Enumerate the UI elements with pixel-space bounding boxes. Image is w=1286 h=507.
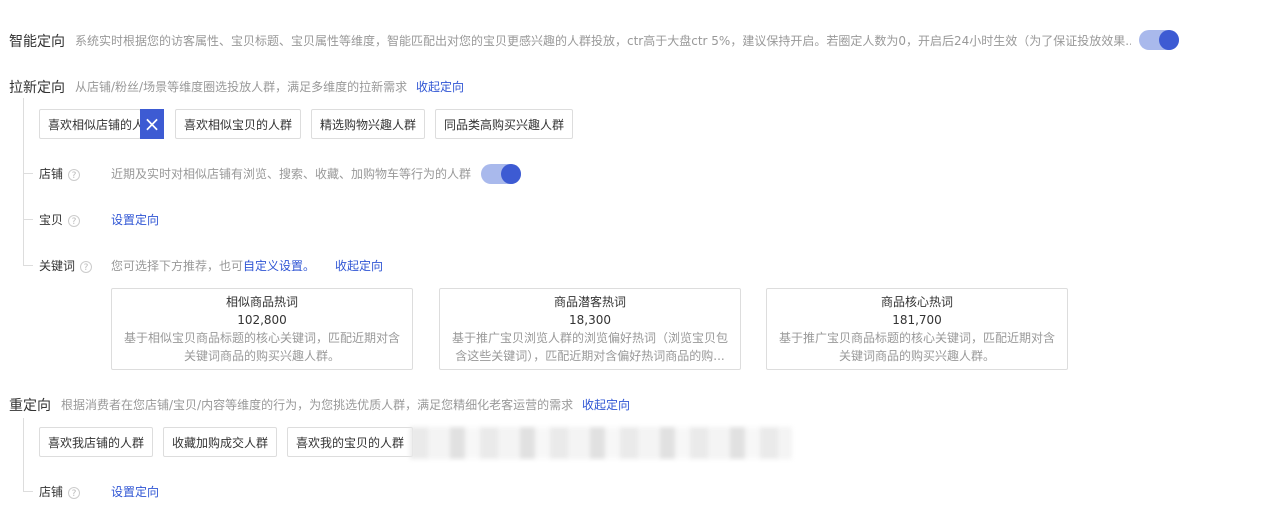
tree-branch [24,491,33,492]
re-shop-set-targeting-link[interactable]: 设置定向 [111,483,159,500]
tree-line [23,98,24,266]
smart-targeting-desc: 系统实时根据您的访客属性、宝贝标题、宝贝属性等维度，智能匹配出对您的宝贝更感兴趣… [75,34,1131,48]
chip-like-my-shop-crowd[interactable]: 喜欢我店铺的人群 [39,427,154,457]
keyword-card[interactable]: 商品潜客热词 18,300 基于推广宝贝浏览人群的浏览偏好热词（浏览宝贝包含这些… [439,288,741,370]
card-title: 相似商品热词 [225,295,298,309]
toggle-knob [501,164,521,184]
tree-branch [24,173,33,174]
question-circle-icon[interactable]: ? [68,214,81,227]
retargeting-collapse-link[interactable]: 收起定向 [582,396,630,413]
card-count: 181,700 [892,313,942,327]
smart-targeting-toggle[interactable] [1139,30,1179,50]
baby-row-label: 宝贝? [39,211,81,228]
keyword-custom-link[interactable]: 自定义设置。 [243,259,315,273]
acquisition-targeting-desc: 从店铺/粉丝/场景等维度圈选投放人群，满足多维度的拉新需求 [75,80,408,94]
keyword-desc-text: 您可选择下方推荐，也可 [111,259,244,273]
keyword-card[interactable]: 商品核心热词 181,700 基于推广宝贝商品标题的核心关键词，匹配近期对含关键… [766,288,1068,370]
chip-fav-cart-purchase-crowd[interactable]: 收藏加购成交人群 [163,427,278,457]
acquisition-targeting-title: 拉新定向 [9,80,65,96]
retargeting-desc: 根据消费者在您店铺/宝贝/内容等维度的行为，为您挑选优质人群，满足您精细化老客运… [61,398,574,412]
card-desc: 基于推广宝贝商品标题的核心关键词，匹配近期对含关键词商品的购买兴趣人群。 [778,331,1055,363]
toggle-knob [1159,30,1179,50]
question-circle-icon[interactable]: ? [68,168,81,181]
tree-branch [24,219,33,220]
re-shop-row-label: 店铺? [39,483,81,500]
card-title: 商品核心热词 [880,295,953,309]
question-circle-icon[interactable]: ? [68,486,81,499]
chip-category-purchase-crowd[interactable]: 同品类高购买兴趣人群 [435,109,574,139]
card-title: 商品潜客热词 [553,295,626,309]
keyword-row-desc: 您可选择下方推荐，也可自定义设置。 [111,257,315,274]
blurred-region [410,427,792,459]
question-circle-icon[interactable]: ? [80,260,93,273]
baby-set-targeting-link[interactable]: 设置定向 [111,211,159,228]
retargeting-title: 重定向 [9,398,51,414]
card-desc: 基于相似宝贝商品标题的核心关键词，匹配近期对含关键词商品的购买兴趣人群。 [123,331,400,363]
keyword-card[interactable]: 相似商品热词 102,800 基于相似宝贝商品标题的核心关键词，匹配近期对含关键… [111,288,413,370]
acquisition-collapse-link[interactable]: 收起定向 [416,78,464,95]
chip-similar-shop-crowd[interactable]: 喜欢相似店铺的人群 [39,109,141,139]
card-desc: 基于推广宝贝浏览人群的浏览偏好热词（浏览宝贝包含这些关键词），匹配近期对含偏好热… [451,331,728,363]
card-count: 102,800 [237,313,287,327]
shop-row-desc: 近期及实时对相似店铺有浏览、搜索、收藏、加购物车等行为的人群 [111,167,472,181]
chip-like-my-baby-crowd[interactable]: 喜欢我的宝贝的人群 [287,427,414,457]
shop-row-label: 店铺? [39,165,81,182]
card-count: 18,300 [569,313,611,327]
keyword-row-label: 关键词? [39,257,93,274]
tree-line [23,418,24,492]
chip-shopping-interest-crowd[interactable]: 精选购物兴趣人群 [311,109,426,139]
chip-similar-baby-crowd[interactable]: 喜欢相似宝贝的人群 [175,109,302,139]
tree-branch [24,265,33,266]
shop-toggle[interactable] [481,164,521,184]
smart-targeting-title: 智能定向 [9,34,65,50]
keyword-collapse-link[interactable]: 收起定向 [335,257,383,274]
close-icon[interactable]: × [140,109,164,139]
